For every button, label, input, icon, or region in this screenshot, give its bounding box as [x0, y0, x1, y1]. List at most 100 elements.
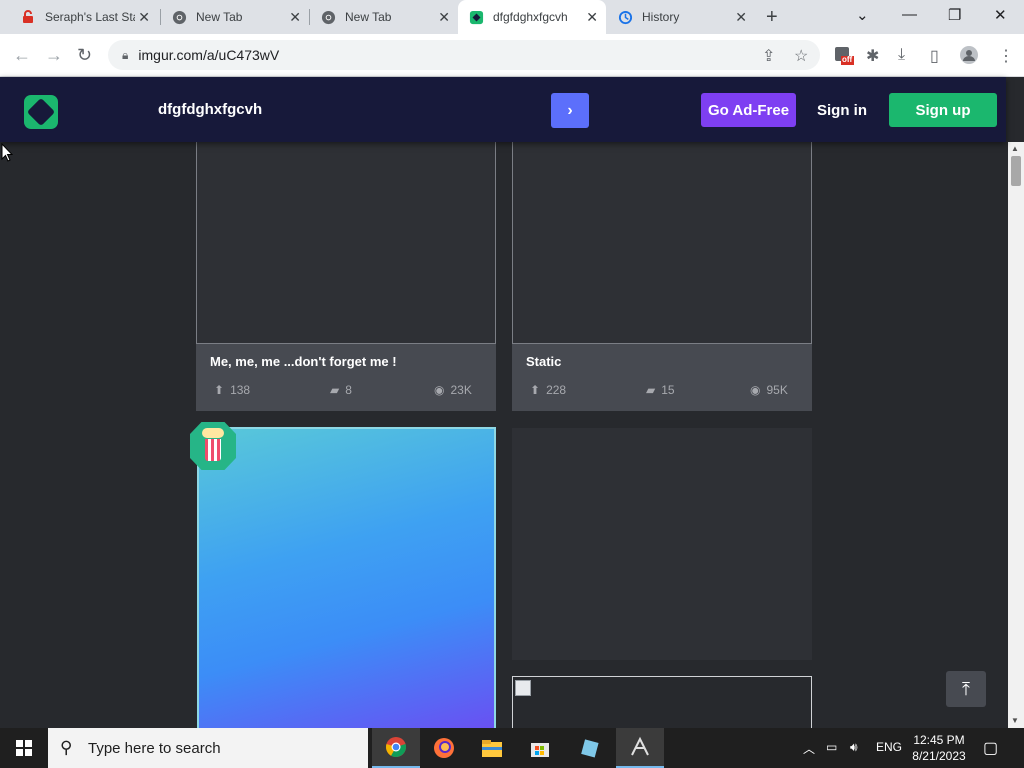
comment-count: 8 — [345, 383, 352, 397]
post-grid: Me, me, me ...don't forget me ! ⬆ 138 ▰ 8 … — [0, 142, 1008, 728]
tab-close-icon[interactable]: ✕ — [289, 10, 301, 24]
side-panel-icon[interactable]: ▯ — [930, 46, 939, 66]
new-tab-plus-icon[interactable]: + — [766, 6, 778, 29]
eye-icon: ◉ — [750, 383, 761, 397]
profile-avatar-icon[interactable] — [960, 46, 978, 69]
imgur-logo[interactable] — [24, 95, 58, 129]
tab-seraphs-last-stand[interactable]: Seraph's Last Sta ✕ — [10, 0, 158, 34]
tab-imgur-active[interactable]: dfgfdghxfgcvh ✕ — [458, 0, 606, 34]
tab-close-icon[interactable]: ✕ — [735, 10, 747, 24]
network-icon[interactable]: ▭ — [826, 740, 837, 754]
tab-title: New Tab — [345, 10, 392, 24]
taskbar-chrome-icon[interactable] — [372, 728, 420, 768]
mouse-cursor-icon — [1, 143, 13, 162]
post-card-1[interactable]: Me, me, me ...don't forget me ! ⬆ 138 ▰ 8 … — [196, 142, 496, 411]
scroll-down-arrow-icon[interactable]: ▼ — [1011, 716, 1019, 725]
post-card-2[interactable]: Static ⬆ 228 ▰ 15 ◉ 95K — [512, 142, 812, 411]
post-card-title: Static — [526, 354, 562, 369]
upvote-count: 228 — [546, 383, 567, 397]
tray-chevron-up-icon[interactable]: ︿ — [803, 740, 815, 757]
sign-in-button[interactable]: Sign in — [814, 93, 870, 127]
post-card-gradient-media[interactable] — [197, 427, 496, 728]
upvote-arrow-icon: ⬆ — [530, 383, 541, 397]
tab-close-icon[interactable]: ✕ — [438, 10, 450, 24]
clock-time: 12:45 PM — [913, 733, 965, 747]
upvote-arrow-icon: ⬆ — [214, 383, 225, 397]
scroll-up-arrow-icon[interactable]: ▲ — [1011, 144, 1019, 153]
go-ad-free-button[interactable]: Go Ad-Free — [701, 93, 796, 127]
post-card-placeholder[interactable] — [512, 428, 812, 660]
chrome-icon — [320, 9, 336, 25]
tab-title: New Tab — [196, 10, 243, 24]
comment-bubble-icon: ▰ — [646, 383, 656, 397]
next-post-button[interactable]: › — [551, 93, 589, 128]
share-icon[interactable]: ⇪ — [762, 46, 775, 66]
minimize-icon[interactable]: — — [902, 6, 917, 23]
download-icon[interactable]: ⤓ — [898, 46, 905, 64]
tab-title: History — [642, 10, 680, 24]
puzzle-extensions-icon[interactable]: ✱ — [866, 46, 879, 66]
taskbar-store-icon[interactable] — [516, 728, 564, 768]
post-title: dfgfdghxfgcvh — [158, 101, 263, 118]
comment-stat[interactable]: ▰ 15 — [646, 383, 675, 397]
back-arrow-icon[interactable]: ← — [13, 45, 31, 66]
notification-icon[interactable]: ▢ — [983, 738, 998, 758]
scroll-thumb[interactable] — [1011, 156, 1021, 186]
browser-toolbar: ← → ↻ 🔒︎ imgur.com/a/uC473wV ⇪ ☆ off ✱ ⤓… — [0, 34, 1024, 77]
taskbar-firefox-icon[interactable] — [420, 728, 468, 768]
search-icon: ⚲ — [60, 738, 73, 757]
forward-arrow-icon[interactable]: → — [45, 45, 63, 66]
kebab-menu-icon[interactable]: ⋮ — [998, 46, 1014, 66]
volume-icon[interactable]: 🔊︎ — [850, 740, 858, 755]
taskbar-app-icon[interactable] — [616, 728, 664, 768]
restore-icon[interactable]: ❐ — [948, 6, 961, 24]
tab-history[interactable]: History ✕ — [607, 0, 755, 34]
post-card-broken-image[interactable] — [512, 676, 812, 728]
comment-count: 15 — [661, 383, 675, 397]
tab-search-chevron-icon[interactable]: ⌄ — [856, 6, 869, 24]
tab-close-icon[interactable]: ✕ — [586, 10, 598, 24]
clock-date: 8/21/2023 — [912, 749, 966, 763]
url-text: imgur.com/a/uC473wV — [138, 47, 280, 63]
popcorn-badge-icon — [190, 422, 236, 470]
browser-tab-strip: Seraph's Last Sta ✕ New Tab ✕ New Tab ✕ … — [0, 0, 1024, 34]
tab-new-tab-1[interactable]: New Tab ✕ — [161, 0, 309, 34]
post-media[interactable] — [196, 142, 496, 344]
tab-title: dfgfdghxfgcvh — [493, 10, 568, 24]
sign-up-button[interactable]: Sign up — [889, 93, 997, 127]
imgur-icon — [468, 9, 484, 25]
eye-icon: ◉ — [434, 383, 445, 397]
lock-icon: 🔒︎ — [122, 47, 129, 62]
tab-close-icon[interactable]: ✕ — [138, 10, 150, 24]
bookmark-star-icon[interactable]: ☆ — [794, 46, 808, 66]
view-count: 95K — [766, 383, 788, 397]
address-bar[interactable]: 🔒︎ imgur.com/a/uC473wV — [108, 40, 820, 70]
page-scrollbar[interactable]: ▲ ▼ — [1008, 142, 1024, 728]
upvote-stat[interactable]: ⬆ 228 — [530, 383, 566, 397]
tab-title: Seraph's Last Sta — [45, 10, 135, 24]
broken-image-icon — [515, 680, 531, 696]
comment-bubble-icon: ▰ — [330, 383, 340, 397]
start-button[interactable] — [0, 728, 48, 768]
extension-badge-text: off — [842, 55, 853, 64]
windows-logo-icon — [16, 740, 32, 756]
taskbar-search-box[interactable]: ⚲ Type here to search — [48, 728, 368, 768]
view-stat: ◉ 95K — [750, 383, 788, 397]
upvote-count: 138 — [230, 383, 251, 397]
tab-new-tab-2[interactable]: New Tab ✕ — [310, 0, 458, 34]
upvote-stat[interactable]: ⬆ 138 — [214, 383, 250, 397]
language-indicator[interactable]: ENG — [876, 740, 902, 754]
taskbar-clock[interactable]: 12:45 PM 8/21/2023 — [905, 732, 973, 764]
post-info: Me, me, me ...don't forget me ! ⬆ 138 ▰ 8 … — [196, 344, 496, 411]
chrome-icon — [171, 9, 187, 25]
reload-icon[interactable]: ↻ — [77, 45, 92, 66]
post-info: Static ⬆ 228 ▰ 15 ◉ 95K — [512, 344, 812, 411]
close-window-icon[interactable]: ✕ — [994, 6, 1007, 24]
extension-off-icon[interactable]: off — [834, 46, 854, 71]
taskbar-notepad-icon[interactable] — [566, 728, 614, 768]
back-to-top-button[interactable]: ⤒ — [946, 671, 986, 707]
taskbar-file-explorer-icon[interactable] — [468, 728, 516, 768]
post-card-title: Me, me, me ...don't forget me ! — [210, 354, 397, 369]
comment-stat[interactable]: ▰ 8 — [330, 383, 352, 397]
post-media[interactable] — [512, 142, 812, 344]
